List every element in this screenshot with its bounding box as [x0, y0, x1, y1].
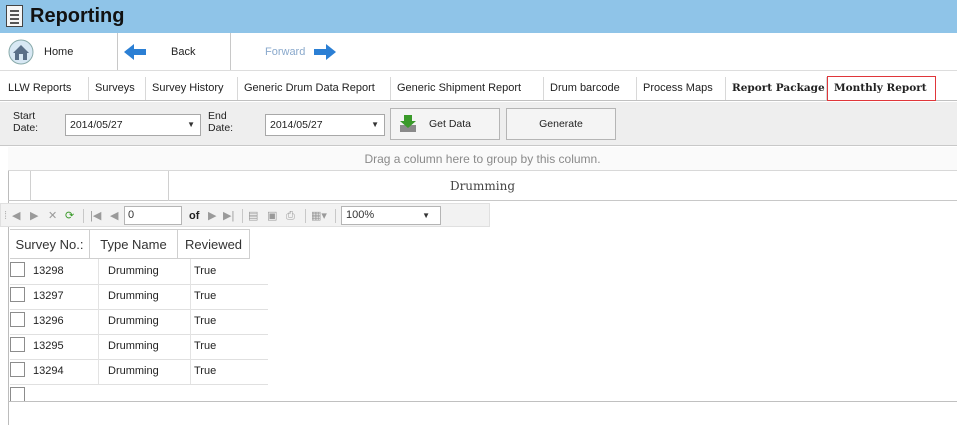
tab-drum-barcode[interactable]: Drum barcode — [544, 77, 637, 100]
next-page-icon[interactable]: ▶ — [208, 208, 216, 224]
back-button[interactable]: Back — [119, 33, 231, 70]
report-icon — [6, 5, 23, 27]
row-checkbox[interactable] — [10, 262, 25, 277]
generate-button[interactable]: Generate — [506, 108, 616, 140]
report-tabs: LLW Reports Surveys Survey History Gener… — [0, 71, 957, 101]
start-date-label: Start Date: — [13, 110, 38, 134]
reviewed-cell: True — [194, 290, 217, 302]
column-survey-no: Survey No.: — [10, 229, 90, 259]
chevron-down-icon: ▼ — [187, 120, 195, 129]
zoom-value: 100% — [346, 209, 375, 221]
type-name-cell: Drumming — [108, 365, 159, 377]
arrow-right-icon — [314, 43, 337, 60]
drumming-band-header: Drumming — [449, 179, 516, 193]
window-title: Reporting — [30, 5, 125, 27]
print-icon[interactable]: ⎙ — [286, 208, 295, 224]
page-layout-icon[interactable]: ▤ — [248, 208, 258, 224]
row-checkbox[interactable] — [10, 337, 25, 352]
row-checkbox[interactable] — [10, 387, 25, 402]
toolbar-grip-icon: ⁞ — [4, 210, 8, 222]
tab-llw-reports[interactable]: LLW Reports — [2, 77, 89, 100]
grid-header: Drumming — [8, 171, 957, 201]
forward-button[interactable]: Forward — [232, 33, 350, 70]
print-layout-icon[interactable]: ▣ — [267, 208, 277, 224]
end-label-line2: Date: — [208, 122, 234, 134]
zoom-select[interactable]: 100% ▼ — [341, 206, 441, 225]
navigation-bar: Home Back Forward — [0, 33, 957, 71]
type-name-cell: Drumming — [108, 340, 159, 352]
generate-label: Generate — [539, 118, 583, 130]
page-of-label: of — [189, 210, 200, 222]
group-by-panel[interactable]: Drag a column here to group by this colu… — [8, 147, 957, 171]
last-page-icon[interactable]: ▶| — [223, 208, 234, 224]
end-date-label: End Date: — [208, 110, 233, 134]
tab-survey-history[interactable]: Survey History — [146, 77, 238, 100]
survey-no-cell: 13294 — [33, 365, 64, 377]
type-name-cell: Drumming — [108, 290, 159, 302]
table-row: 13297 Drumming True — [10, 284, 268, 310]
tab-generic-drum-data-report[interactable]: Generic Drum Data Report — [238, 77, 391, 100]
end-label-line1: End — [208, 110, 227, 122]
row-checkbox[interactable] — [10, 312, 25, 327]
download-icon — [400, 115, 416, 132]
column-reviewed: Reviewed — [178, 229, 250, 259]
tab-surveys[interactable]: Surveys — [89, 77, 146, 100]
reviewed-cell: True — [194, 365, 217, 377]
arrow-left-icon — [124, 43, 146, 60]
end-date-picker[interactable]: 2014/05/27 ▼ — [265, 114, 385, 136]
title-bar: Reporting — [0, 0, 957, 33]
column-divider — [98, 259, 99, 384]
nav-back-circle-icon[interactable]: ◀ — [12, 208, 20, 224]
column-type-name: Type Name — [90, 229, 178, 259]
home-icon — [8, 39, 34, 64]
type-name-cell: Drumming — [108, 265, 159, 277]
forward-label: Forward — [265, 45, 306, 58]
survey-no-cell: 13295 — [33, 340, 64, 352]
start-label-line1: Start — [13, 110, 36, 122]
stop-icon[interactable]: ✕ — [48, 208, 57, 224]
survey-no-cell: 13296 — [33, 315, 64, 327]
row-checkbox[interactable] — [10, 287, 25, 302]
survey-no-cell: 13298 — [33, 265, 64, 277]
back-label: Back — [171, 45, 196, 58]
export-icon[interactable]: ▦▾ — [311, 208, 327, 224]
page-number-input[interactable]: 0 — [124, 206, 182, 225]
reviewed-cell: True — [194, 265, 217, 277]
reviewed-cell: True — [194, 340, 217, 352]
table-row-empty — [10, 384, 268, 409]
report-bottom-border — [8, 401, 957, 402]
chevron-down-icon: ▼ — [371, 120, 379, 129]
tab-monthly-report[interactable]: Monthly Report — [827, 76, 936, 101]
first-page-icon[interactable]: |◀ — [90, 208, 101, 224]
start-date-picker[interactable]: 2014/05/27 ▼ — [65, 114, 201, 136]
previous-page-icon[interactable]: ◀ — [110, 208, 118, 224]
tab-report-package[interactable]: Report Package — [726, 77, 827, 100]
start-label-line2: Date: — [13, 122, 39, 134]
refresh-icon[interactable]: ⟳ — [65, 208, 74, 224]
chevron-down-icon: ▼ — [422, 211, 430, 220]
report-viewer-toolbar: ⁞ ◀ ▶ ✕ ⟳ |◀ ◀ 0 of ▶ ▶| ▤ ▣ ⎙ ▦▾ 100% ▼ — [0, 203, 490, 227]
home-label: Home — [44, 45, 74, 58]
end-date-value: 2014/05/27 — [270, 119, 323, 131]
table-row: 13295 Drumming True — [10, 334, 268, 360]
table-row: 13294 Drumming True — [10, 359, 268, 385]
tab-process-maps[interactable]: Process Maps — [637, 77, 726, 100]
get-data-button[interactable]: Get Data — [390, 108, 500, 140]
column-divider — [190, 259, 191, 384]
tab-generic-shipment-report[interactable]: Generic Shipment Report — [391, 77, 544, 100]
reviewed-cell: True — [194, 315, 217, 327]
row-checkbox[interactable] — [10, 362, 25, 377]
type-name-cell: Drumming — [108, 315, 159, 327]
get-data-label: Get Data — [429, 118, 472, 130]
start-date-value: 2014/05/27 — [70, 119, 123, 131]
home-button[interactable]: Home — [0, 33, 118, 70]
table-row: 13296 Drumming True — [10, 309, 268, 335]
filter-bar: Start Date: 2014/05/27 ▼ End Date: 2014/… — [0, 102, 957, 146]
survey-no-cell: 13297 — [33, 290, 64, 302]
table-row: 13298 Drumming True — [10, 259, 268, 285]
nav-forward-circle-icon[interactable]: ▶ — [30, 208, 38, 224]
